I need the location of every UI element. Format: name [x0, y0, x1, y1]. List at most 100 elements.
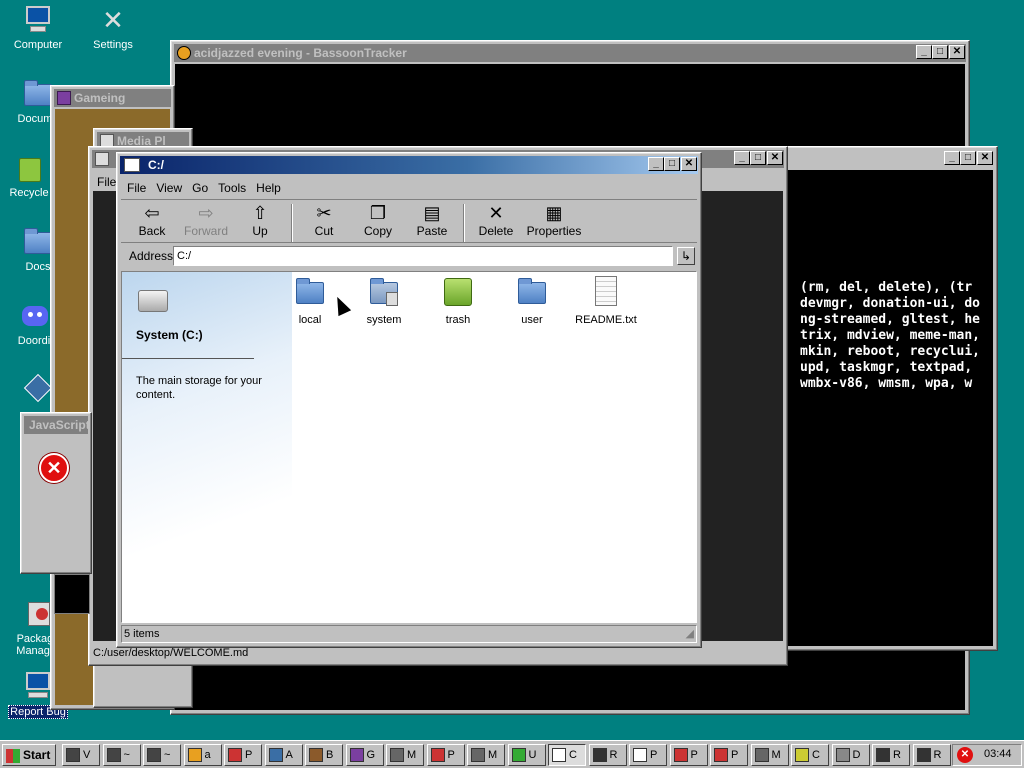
minimize-button[interactable]: _	[734, 151, 750, 165]
cut-label: Cut	[314, 224, 334, 238]
app-icon	[268, 748, 283, 763]
taskbar-button[interactable]: P	[426, 744, 465, 766]
folder-icon	[516, 276, 548, 308]
copy-button[interactable]: ❐ Copy	[351, 202, 405, 238]
taskbar-button[interactable]: M	[467, 744, 505, 766]
taskbar-button[interactable]: P	[224, 744, 262, 766]
start-label: Start	[23, 748, 51, 762]
desktop-icon-label: Docs	[25, 261, 51, 273]
taskbar-button[interactable]: D	[831, 744, 870, 766]
taskbar-button-label: P	[690, 749, 698, 761]
window-app-icon	[95, 152, 109, 166]
menu-view[interactable]: View	[152, 179, 188, 197]
taskbar-button[interactable]: ~	[143, 744, 181, 766]
close-button[interactable]: ✕	[949, 45, 965, 59]
taskbar-button[interactable]: R	[872, 744, 910, 766]
status-bar: 5 items ◢	[121, 625, 697, 643]
javascript-titlebar[interactable]: JavaScript	[24, 416, 88, 434]
taskbar-button[interactable]: U	[507, 744, 546, 766]
go-button[interactable]: ↳	[677, 247, 695, 265]
clock: 03:44	[984, 748, 1012, 760]
taskbar-button[interactable]: P	[710, 744, 748, 766]
file-pane[interactable]: System (C:) The main storage for your co…	[121, 271, 697, 623]
app-icon	[430, 748, 445, 763]
app-icon	[187, 748, 202, 763]
menu-help[interactable]: Help	[252, 179, 287, 197]
text-file-icon	[590, 276, 622, 308]
taskbar-button-label: D	[852, 749, 861, 761]
taskbar-button-label: P	[731, 749, 739, 761]
taskbar-button[interactable]: G	[345, 744, 384, 766]
explorer-titlebar[interactable]: C:/	[120, 156, 698, 174]
computer-icon	[22, 4, 54, 36]
taskbar-button[interactable]: B	[305, 744, 343, 766]
desktop-icon-computer[interactable]: Computer	[3, 4, 73, 51]
minimize-button[interactable]: _	[944, 151, 960, 165]
resize-grip[interactable]: ◢	[686, 626, 694, 642]
minimize-button[interactable]: _	[916, 45, 932, 59]
maximize-button[interactable]: □	[960, 151, 976, 165]
back-menu-file[interactable]: File	[97, 175, 116, 189]
taskbar-button[interactable]: R	[912, 744, 951, 766]
properties-icon: ▦	[545, 203, 563, 223]
taskbar-button-label: a	[204, 749, 211, 761]
maximize-button[interactable]: □	[932, 45, 948, 59]
folder-window-icon	[124, 158, 140, 172]
gameing-titlebar[interactable]: Gameing	[54, 89, 171, 107]
app-icon	[228, 748, 242, 763]
app-icon	[795, 748, 809, 763]
file-item-user[interactable]: user	[495, 276, 569, 326]
close-button[interactable]: ✕	[767, 151, 783, 165]
close-button[interactable]: ✕	[977, 151, 993, 165]
maximize-button[interactable]: □	[750, 151, 766, 165]
close-button[interactable]: ✕	[681, 157, 697, 171]
properties-button[interactable]: ▦ Properties	[523, 202, 585, 238]
taskbar-button[interactable]: C	[791, 744, 829, 766]
status-text: 5 items	[124, 628, 160, 640]
toolbar: ⇦ Back ⇨ Forward ⇧ Up ✂ Cut ❐ Copy ▤ Paste ✕ Delete ▦ P…	[121, 199, 697, 243]
cut-button[interactable]: ✂ Cut	[297, 202, 351, 238]
taskbar-button[interactable]: V	[62, 744, 100, 766]
maximize-button[interactable]: □	[664, 157, 680, 171]
taskbar-button[interactable]: P	[669, 744, 708, 766]
taskbar-button[interactable]: a	[183, 744, 222, 766]
taskbar-button[interactable]: M	[386, 744, 424, 766]
delete-button[interactable]: ✕ Delete	[469, 202, 523, 238]
terminal-line: (rm, del, delete), (tr	[800, 280, 973, 295]
minimize-button[interactable]: _	[648, 157, 664, 171]
drive-description: The main storage for your content.	[136, 375, 262, 401]
taskbar-button[interactable]: R	[588, 744, 627, 766]
address-input[interactable]	[173, 246, 673, 266]
menu-go[interactable]: Go	[188, 179, 214, 197]
file-item-label: trash	[445, 314, 471, 326]
taskbar-button[interactable]: A	[264, 744, 303, 766]
menu-tools[interactable]: Tools	[214, 179, 252, 197]
forward-arrow-icon: ⇨	[198, 203, 214, 223]
start-button[interactable]: Start	[2, 744, 56, 766]
discord-icon	[18, 300, 50, 332]
taskbar-button[interactable]: M	[750, 744, 789, 766]
explorer-window[interactable]: C:/ _ □ ✕ File View Go Tools Help ⇦ Back ⇨ Forw…	[116, 152, 702, 648]
file-item-label: README.txt	[575, 314, 637, 326]
taskbar-button[interactable]: P	[629, 744, 667, 766]
taskbar-button-label: C	[569, 749, 577, 761]
file-item-readme[interactable]: README.txt	[569, 276, 643, 326]
app-icon	[106, 748, 121, 763]
menu-file[interactable]: File	[123, 179, 152, 197]
taskbar-button[interactable]: ~	[102, 744, 141, 766]
forward-button[interactable]: ⇨ Forward	[179, 202, 233, 238]
tracker-titlebar[interactable]: acidjazzed evening - BassoonTracker	[174, 44, 966, 62]
taskbar-button-label: B	[326, 749, 334, 761]
up-button[interactable]: ⇧ Up	[233, 202, 287, 238]
file-item-trash[interactable]: trash	[421, 276, 495, 326]
desktop-icon-label: Computer	[13, 39, 63, 51]
desktop-icon-settings[interactable]: ✕ Settings	[78, 4, 148, 51]
javascript-dialog[interactable]: JavaScript ✕	[20, 412, 92, 574]
error-tray-icon[interactable]: ✕	[957, 747, 973, 763]
back-button[interactable]: ⇦ Back	[125, 202, 179, 238]
taskbar-button[interactable]: C	[548, 744, 586, 766]
terminal-window[interactable]: _ □ ✕ (rm, del, delete), (tr devmgr, don…	[770, 146, 998, 651]
paste-button[interactable]: ▤ Paste	[405, 202, 459, 238]
terminal-content[interactable]: (rm, del, delete), (tr devmgr, donation-…	[775, 170, 993, 646]
file-item-system[interactable]: system	[347, 276, 421, 326]
